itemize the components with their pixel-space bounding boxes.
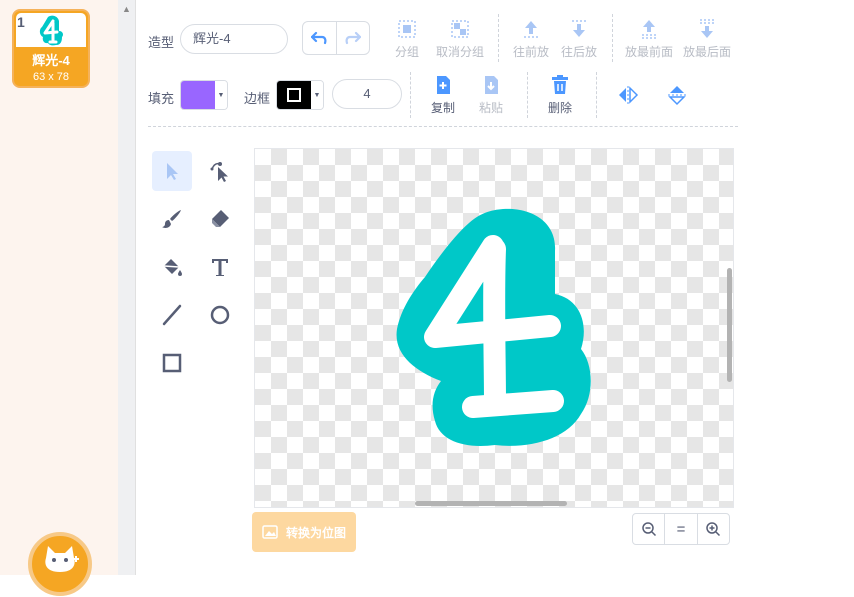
paste-button[interactable]: 粘贴 bbox=[461, 74, 521, 116]
convert-to-bitmap-button[interactable]: 转换为位图 bbox=[252, 512, 356, 552]
trash-icon bbox=[552, 75, 568, 94]
costume-name-input[interactable]: 辉光-4 bbox=[180, 24, 288, 54]
toolbar-bottom-divider bbox=[148, 126, 738, 127]
group-button[interactable]: 分组 bbox=[377, 18, 437, 60]
ungroup-icon bbox=[451, 20, 469, 38]
toolbar-divider bbox=[527, 72, 528, 118]
fill-color-picker[interactable]: ▼ bbox=[180, 80, 228, 110]
rectangle-icon bbox=[162, 353, 182, 373]
backward-icon bbox=[572, 20, 586, 37]
arrow-cursor-icon bbox=[167, 163, 178, 180]
zoom-out-icon bbox=[641, 522, 656, 537]
copy-icon bbox=[437, 76, 450, 94]
rectangle-tool[interactable] bbox=[152, 343, 192, 383]
backward-label: 往后放 bbox=[560, 45, 597, 59]
costume-index: 1 bbox=[17, 14, 25, 30]
forward-icon bbox=[524, 21, 538, 38]
delete-label: 删除 bbox=[547, 101, 572, 115]
glow-4-thumbnail-icon bbox=[39, 15, 63, 46]
add-costume-button[interactable] bbox=[28, 532, 92, 596]
costume-size: 63 x 78 bbox=[32, 71, 70, 83]
costume-item[interactable]: 1 辉光-4 63 x 78 bbox=[12, 9, 90, 88]
eraser-tool[interactable] bbox=[200, 199, 240, 239]
paint-canvas[interactable] bbox=[254, 148, 734, 508]
outline-color-swatch bbox=[277, 81, 311, 109]
fill-color-swatch bbox=[181, 81, 215, 109]
cat-add-icon bbox=[45, 546, 79, 572]
costume-name: 辉光-4 bbox=[32, 53, 70, 68]
brush-icon bbox=[162, 210, 181, 228]
copy-label: 复制 bbox=[430, 101, 455, 115]
backward-button[interactable]: 往后放 bbox=[549, 18, 609, 60]
canvas-horizontal-scrollbar[interactable] bbox=[415, 501, 567, 506]
send-to-back-icon bbox=[700, 19, 714, 38]
text-t-icon bbox=[212, 259, 228, 276]
brush-tool[interactable] bbox=[152, 199, 192, 239]
circle-icon bbox=[210, 305, 230, 325]
ungroup-label: 取消分组 bbox=[435, 45, 484, 59]
toolbar-divider bbox=[498, 14, 499, 62]
line-icon bbox=[162, 304, 182, 326]
line-tool[interactable] bbox=[152, 295, 192, 335]
convert-to-bitmap-label: 转换为位图 bbox=[285, 525, 346, 540]
dropdown-arrow-icon: ▼ bbox=[311, 81, 323, 109]
front-label: 放最前面 bbox=[624, 45, 673, 59]
reshape-icon bbox=[210, 162, 228, 182]
fill-label: 填充 bbox=[148, 91, 175, 106]
zoom-in-icon bbox=[706, 522, 721, 537]
flip-vertical-icon bbox=[668, 86, 686, 106]
glow-4-costume-shape bbox=[396, 208, 591, 446]
toolbar-divider bbox=[596, 72, 597, 118]
dropdown-arrow-icon: ▼ bbox=[215, 81, 227, 109]
zoom-controls: = bbox=[632, 513, 730, 545]
front-button[interactable]: 放最前面 bbox=[619, 18, 679, 60]
circle-tool[interactable] bbox=[200, 295, 240, 335]
scroll-up-arrow-icon[interactable]: ▲ bbox=[122, 4, 131, 14]
outline-label: 边框 bbox=[244, 91, 271, 106]
costume-thumbnail bbox=[16, 13, 86, 47]
canvas-vertical-scrollbar[interactable] bbox=[727, 268, 732, 382]
select-tool[interactable] bbox=[152, 151, 192, 191]
forward-label: 往前放 bbox=[512, 45, 549, 59]
outline-color-picker[interactable]: ▼ bbox=[276, 80, 324, 110]
ungroup-button[interactable]: 取消分组 bbox=[430, 18, 490, 60]
flip-vertical-button[interactable] bbox=[647, 84, 707, 109]
costume-list-scrollbar[interactable]: ▲ bbox=[118, 0, 136, 575]
eraser-icon bbox=[212, 210, 229, 227]
group-icon bbox=[398, 20, 416, 38]
outline-square-icon bbox=[287, 88, 301, 102]
zoom-out-button[interactable] bbox=[633, 514, 664, 544]
paint-bucket-icon bbox=[163, 259, 182, 276]
bring-to-front-icon bbox=[642, 20, 656, 39]
fill-tool[interactable] bbox=[152, 247, 192, 287]
zoom-reset-button[interactable]: = bbox=[664, 514, 696, 544]
back-button[interactable]: 放最后面 bbox=[677, 18, 737, 60]
outline-width-input[interactable]: 4 bbox=[332, 79, 402, 109]
back-label: 放最后面 bbox=[682, 45, 731, 59]
flip-horizontal-icon bbox=[619, 86, 639, 104]
paste-label: 粘贴 bbox=[478, 101, 503, 115]
delete-button[interactable]: 删除 bbox=[530, 74, 590, 116]
costume-list-panel: 1 辉光-4 63 x 78 bbox=[0, 0, 118, 596]
text-tool[interactable] bbox=[200, 247, 240, 287]
undo-icon bbox=[311, 31, 327, 45]
undo-button[interactable] bbox=[303, 22, 337, 54]
zoom-in-button[interactable] bbox=[696, 514, 729, 544]
paste-icon bbox=[485, 76, 498, 94]
image-icon bbox=[262, 525, 278, 539]
redo-button[interactable] bbox=[337, 22, 370, 54]
reshape-tool[interactable] bbox=[200, 151, 240, 191]
undo-redo-group bbox=[302, 21, 370, 55]
toolbar-divider bbox=[612, 14, 613, 62]
group-label: 分组 bbox=[394, 45, 419, 59]
costume-name-label: 造型 bbox=[148, 35, 175, 50]
redo-icon bbox=[345, 31, 361, 45]
toolbar-divider bbox=[410, 72, 411, 118]
